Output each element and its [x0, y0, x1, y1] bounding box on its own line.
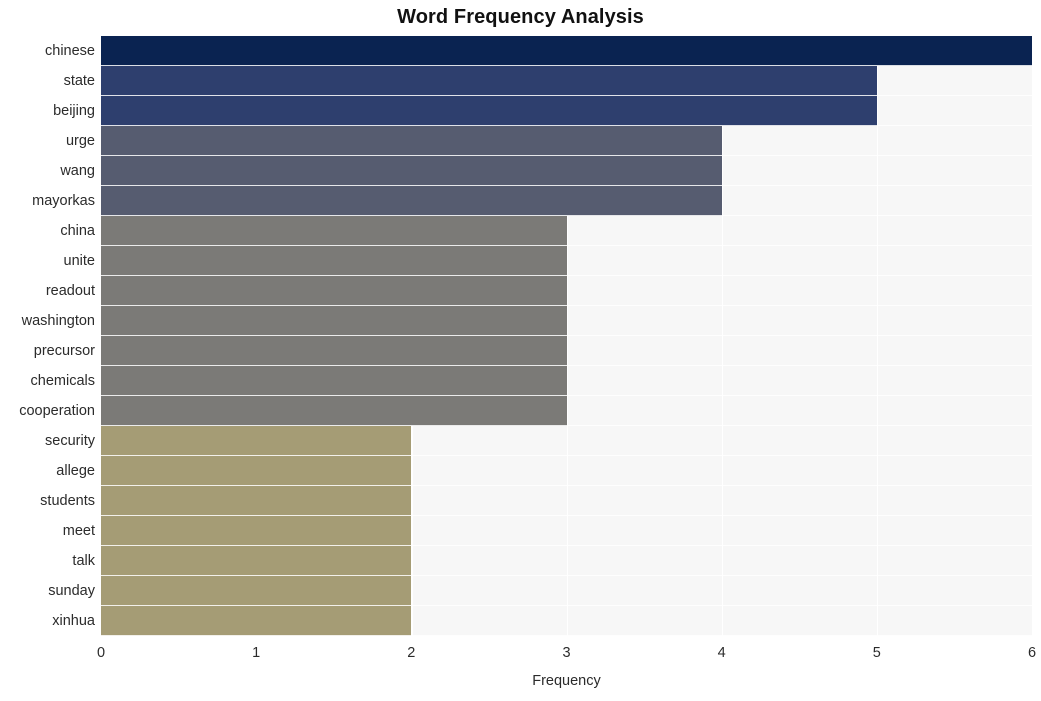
- y-tick-label-wang: wang: [60, 163, 95, 179]
- bar-cooperation: [101, 396, 567, 426]
- y-tick-label-sunday: sunday: [48, 583, 95, 599]
- bar-state: [101, 66, 877, 96]
- y-tick-label-urge: urge: [65, 133, 95, 149]
- x-tick-label-5: 5: [872, 645, 881, 661]
- bar-row: [101, 456, 1032, 486]
- y-tick-label-chinese: chinese: [45, 43, 95, 59]
- x-tick-label-0: 0: [96, 645, 106, 661]
- x-tick-label-6: 6: [1027, 645, 1037, 661]
- bar-row: [101, 96, 1032, 126]
- y-tick-label-security: security: [45, 433, 95, 449]
- bar-row: [101, 606, 1032, 636]
- y-tick-label-washington: washington: [21, 313, 95, 329]
- plot-area: [101, 36, 1032, 636]
- bar-precursor: [101, 336, 567, 366]
- bar-readout: [101, 276, 567, 306]
- bar-talk: [101, 546, 412, 576]
- y-tick-label-cooperation: cooperation: [19, 403, 95, 419]
- bar-row: [101, 156, 1032, 186]
- bar-row: [101, 186, 1032, 216]
- bar-students: [101, 486, 412, 516]
- y-tick-label-precursor: precursor: [33, 343, 95, 359]
- y-tick-label-meet: meet: [62, 523, 95, 539]
- bar-chemicals: [101, 366, 567, 396]
- bars-layer: [101, 36, 1032, 636]
- bar-allege: [101, 456, 412, 486]
- bar-row: [101, 216, 1032, 246]
- y-tick-label-state: state: [63, 73, 95, 89]
- bar-row: [101, 546, 1032, 576]
- x-axis-title: Frequency: [532, 673, 601, 689]
- bar-row: [101, 366, 1032, 396]
- y-axis-tick-labels: chinese state beijing urge wang mayorkas china…: [0, 36, 95, 636]
- bar-sunday: [101, 576, 412, 606]
- y-tick-label-talk: talk: [72, 553, 95, 569]
- bar-meet: [101, 516, 412, 546]
- y-tick-label-chemicals: chemicals: [30, 373, 95, 389]
- bar-xinhua: [101, 606, 412, 636]
- y-tick-label-readout: readout: [45, 283, 95, 299]
- bar-row: [101, 426, 1032, 456]
- bar-unite: [101, 246, 567, 276]
- chart-title: Word Frequency Analysis: [397, 6, 644, 28]
- bar-row: [101, 306, 1032, 336]
- x-tick-label-1: 1: [252, 645, 261, 661]
- bar-row: [101, 66, 1032, 96]
- y-tick-label-students: students: [40, 493, 95, 509]
- bar-washington: [101, 306, 567, 336]
- y-tick-label-china: china: [60, 223, 95, 239]
- bar-row: [101, 576, 1032, 606]
- bar-row: [101, 336, 1032, 366]
- y-tick-label-mayorkas: mayorkas: [32, 193, 95, 209]
- word-frequency-chart: Word Frequency Analysis chinese state beij…: [0, 0, 1041, 701]
- bar-row: [101, 396, 1032, 426]
- bar-china: [101, 216, 567, 246]
- y-tick-label-allege: allege: [56, 463, 95, 479]
- x-axis-tick-labels: 0 1 2 3 4 5 6: [0, 645, 1041, 667]
- x-tick-label-4: 4: [717, 645, 726, 661]
- bar-urge: [101, 126, 722, 156]
- bar-security: [101, 426, 412, 456]
- bar-row: [101, 276, 1032, 306]
- bar-row: [101, 486, 1032, 516]
- bar-row: [101, 126, 1032, 156]
- x-tick-label-2: 2: [407, 645, 416, 661]
- row-separator: [101, 635, 1032, 636]
- bar-row: [101, 516, 1032, 546]
- y-tick-label-xinhua: xinhua: [52, 613, 95, 629]
- bar-row: [101, 36, 1032, 66]
- bar-mayorkas: [101, 186, 722, 216]
- x-tick-label-3: 3: [562, 645, 571, 661]
- y-tick-label-beijing: beijing: [53, 103, 95, 119]
- bar-beijing: [101, 96, 877, 126]
- bar-row: [101, 246, 1032, 276]
- bar-wang: [101, 156, 722, 186]
- bar-chinese: [101, 36, 1032, 66]
- y-tick-label-unite: unite: [63, 253, 95, 269]
